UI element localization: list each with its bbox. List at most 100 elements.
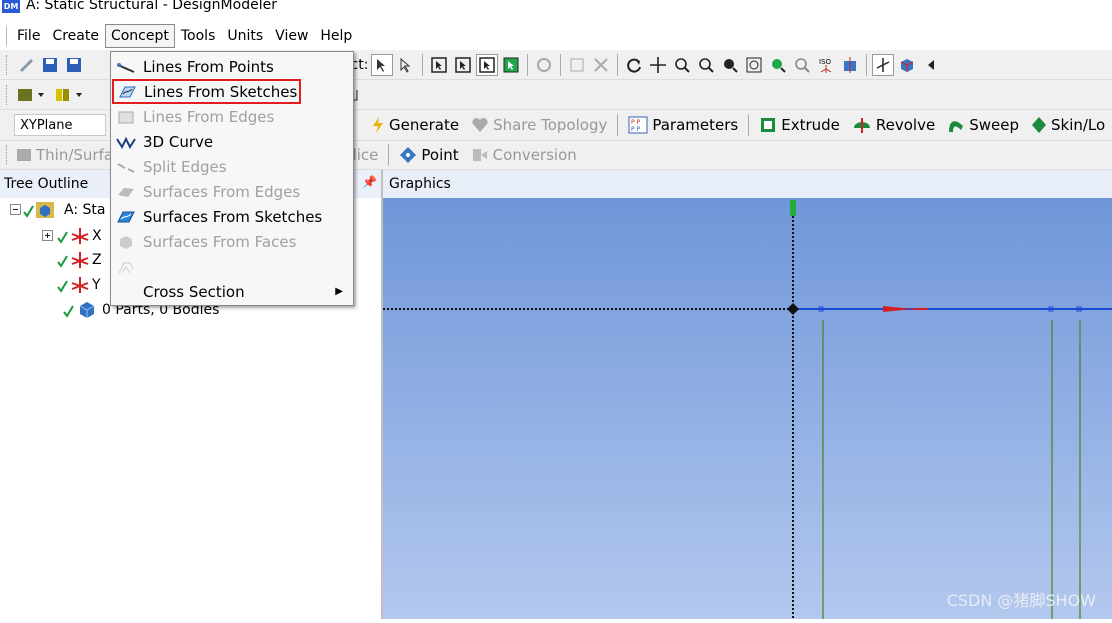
menu-item-label: 3D Curve <box>143 132 214 151</box>
watermark-text: CSDN @猪脚SHOW <box>946 591 1096 610</box>
tree-plane-x[interactable]: X <box>42 224 102 248</box>
menu-item-surfaces-from-faces[interactable]: Surfaces From Faces <box>111 229 353 254</box>
line-sketch-icon <box>116 83 138 101</box>
select-bodies-icon[interactable] <box>500 54 522 76</box>
menu-item-lines-from-points[interactable]: Lines From Points <box>111 54 353 79</box>
tree-plane-z[interactable]: Z <box>42 248 102 272</box>
menu-item-lines-from-edges[interactable]: Lines From Edges <box>111 104 353 129</box>
menu-item-label: Lines From Points <box>143 57 274 76</box>
menu-item-label: Split Edges <box>143 157 227 176</box>
menu-item-label: Lines From Sketches <box>144 82 298 101</box>
revolve-button[interactable]: Revolve <box>846 113 941 137</box>
tree-plane-y[interactable]: Y <box>42 273 101 297</box>
svg-text:ISO: ISO <box>819 58 832 66</box>
menu-item-3d-curve[interactable]: 3D Curve <box>111 129 353 154</box>
save-icon[interactable] <box>39 54 61 76</box>
svg-text:P P: P P <box>631 119 641 126</box>
box-zoom-icon[interactable] <box>743 54 765 76</box>
extend-selection-icon[interactable] <box>533 54 555 76</box>
extrude-label: Extrude <box>781 116 840 134</box>
share-topology-button[interactable]: Share Topology <box>465 113 613 137</box>
body-color-dropdown-icon[interactable] <box>15 84 51 106</box>
menu-item-cross-section[interactable]: Cross Section ▶ <box>111 279 353 304</box>
thin-surface-label: Thin/Surfa <box>36 146 114 164</box>
menu-item-split-edges[interactable]: Split Edges <box>111 154 353 179</box>
toolbar-separator <box>560 53 562 76</box>
zoom-in-icon[interactable] <box>695 54 717 76</box>
toolbar-separator <box>422 53 424 76</box>
rotate-icon[interactable] <box>623 54 645 76</box>
menu-help[interactable]: Help <box>314 24 358 48</box>
save-as-icon[interactable] <box>63 54 85 76</box>
toolbar-grip <box>6 145 10 165</box>
iso-view-icon[interactable]: ISO <box>815 54 837 76</box>
tree-root-label: A: Sta <box>64 202 106 218</box>
conversion-button[interactable]: Conversion <box>465 143 583 167</box>
show-axes-icon[interactable] <box>872 53 895 76</box>
menu-item-label: Surfaces From Edges <box>143 182 301 201</box>
menu-item-surfaces-from-sketches[interactable]: Surfaces From Sketches <box>111 204 353 229</box>
menu-create[interactable]: Create <box>46 24 105 48</box>
tree-plane-y-label: Y <box>92 277 101 293</box>
face-color-dropdown-icon[interactable] <box>53 84 89 106</box>
zoom-fit-icon[interactable] <box>566 54 588 76</box>
tree-plane-z-label: Z <box>92 252 102 268</box>
point-button[interactable]: Point <box>393 143 464 167</box>
menu-grip <box>6 26 7 46</box>
menu-file[interactable]: File <box>11 24 46 48</box>
box-select-icon[interactable] <box>395 54 417 76</box>
zoom-box-icon[interactable] <box>590 54 612 76</box>
share-topology-label: Share Topology <box>493 116 608 134</box>
new-icon[interactable] <box>15 54 37 76</box>
app-logo-icon: DM <box>2 0 20 13</box>
toolbar-grip <box>6 54 10 75</box>
select-faces-icon[interactable] <box>476 53 499 76</box>
skin-loft-label: Skin/Lo <box>1050 116 1106 134</box>
zoom-fit-green-icon[interactable] <box>767 54 789 76</box>
toolbar-grip <box>6 84 10 105</box>
extrude-button[interactable]: Extrude <box>753 113 846 137</box>
select-edges-icon[interactable] <box>452 54 474 76</box>
pin-icon[interactable]: 📌 <box>362 175 377 189</box>
menu-units[interactable]: Units <box>221 24 269 48</box>
menu-item-label: Cross Section <box>143 282 245 301</box>
menu-tools[interactable]: Tools <box>175 24 222 48</box>
tree-root[interactable]: A: Sta <box>10 198 105 222</box>
surface-face-icon <box>115 233 137 251</box>
thin-surface-button[interactable]: Thin/Surfa <box>14 143 119 167</box>
surface-edge-icon <box>115 183 137 201</box>
select-points-icon[interactable] <box>428 54 450 76</box>
plane-icon <box>57 252 89 268</box>
expand-icon[interactable] <box>42 230 54 242</box>
zoom-icon[interactable] <box>671 54 693 76</box>
display-model-icon[interactable] <box>896 54 918 76</box>
model-icon <box>23 202 54 218</box>
parameters-button[interactable]: P PP P Parameters <box>622 113 744 137</box>
zoom-selection-icon[interactable] <box>719 54 741 76</box>
skin-loft-button[interactable]: Skin/Lo <box>1025 113 1111 137</box>
single-select-icon[interactable] <box>371 53 394 76</box>
menu-view[interactable]: View <box>269 24 314 48</box>
sweep-button[interactable]: Sweep <box>941 113 1025 137</box>
more-icon[interactable] <box>920 54 942 76</box>
toolbar-separator <box>866 53 868 76</box>
graphics-canvas[interactable]: CSDN @猪脚SHOW <box>383 198 1112 619</box>
tree-outline-title: Tree Outline <box>4 176 89 192</box>
submenu-arrow-icon: ▶ <box>335 286 343 297</box>
graphics-title: Graphics <box>389 176 451 192</box>
menu-item-label: Surfaces From Faces <box>143 232 297 251</box>
menu-item-surfaces-from-edges[interactable]: Surfaces From Edges <box>111 179 353 204</box>
menu-concept[interactable]: Concept <box>104 24 175 48</box>
parts-icon <box>63 302 95 318</box>
menu-item-blank <box>111 254 353 279</box>
menu-item-lines-from-sketches[interactable]: Lines From Sketches <box>112 79 301 104</box>
pan-icon[interactable] <box>647 54 669 76</box>
zoom-out-icon[interactable] <box>791 54 813 76</box>
active-plane-select[interactable]: XYPlane <box>14 114 106 136</box>
generate-button[interactable]: Generate <box>365 113 465 137</box>
menu-item-label: Lines From Edges <box>143 107 275 126</box>
sketch-geometry <box>383 200 1112 619</box>
collapse-icon[interactable] <box>10 204 22 216</box>
plane-icon <box>57 228 89 244</box>
display-plane-icon[interactable] <box>839 54 861 76</box>
